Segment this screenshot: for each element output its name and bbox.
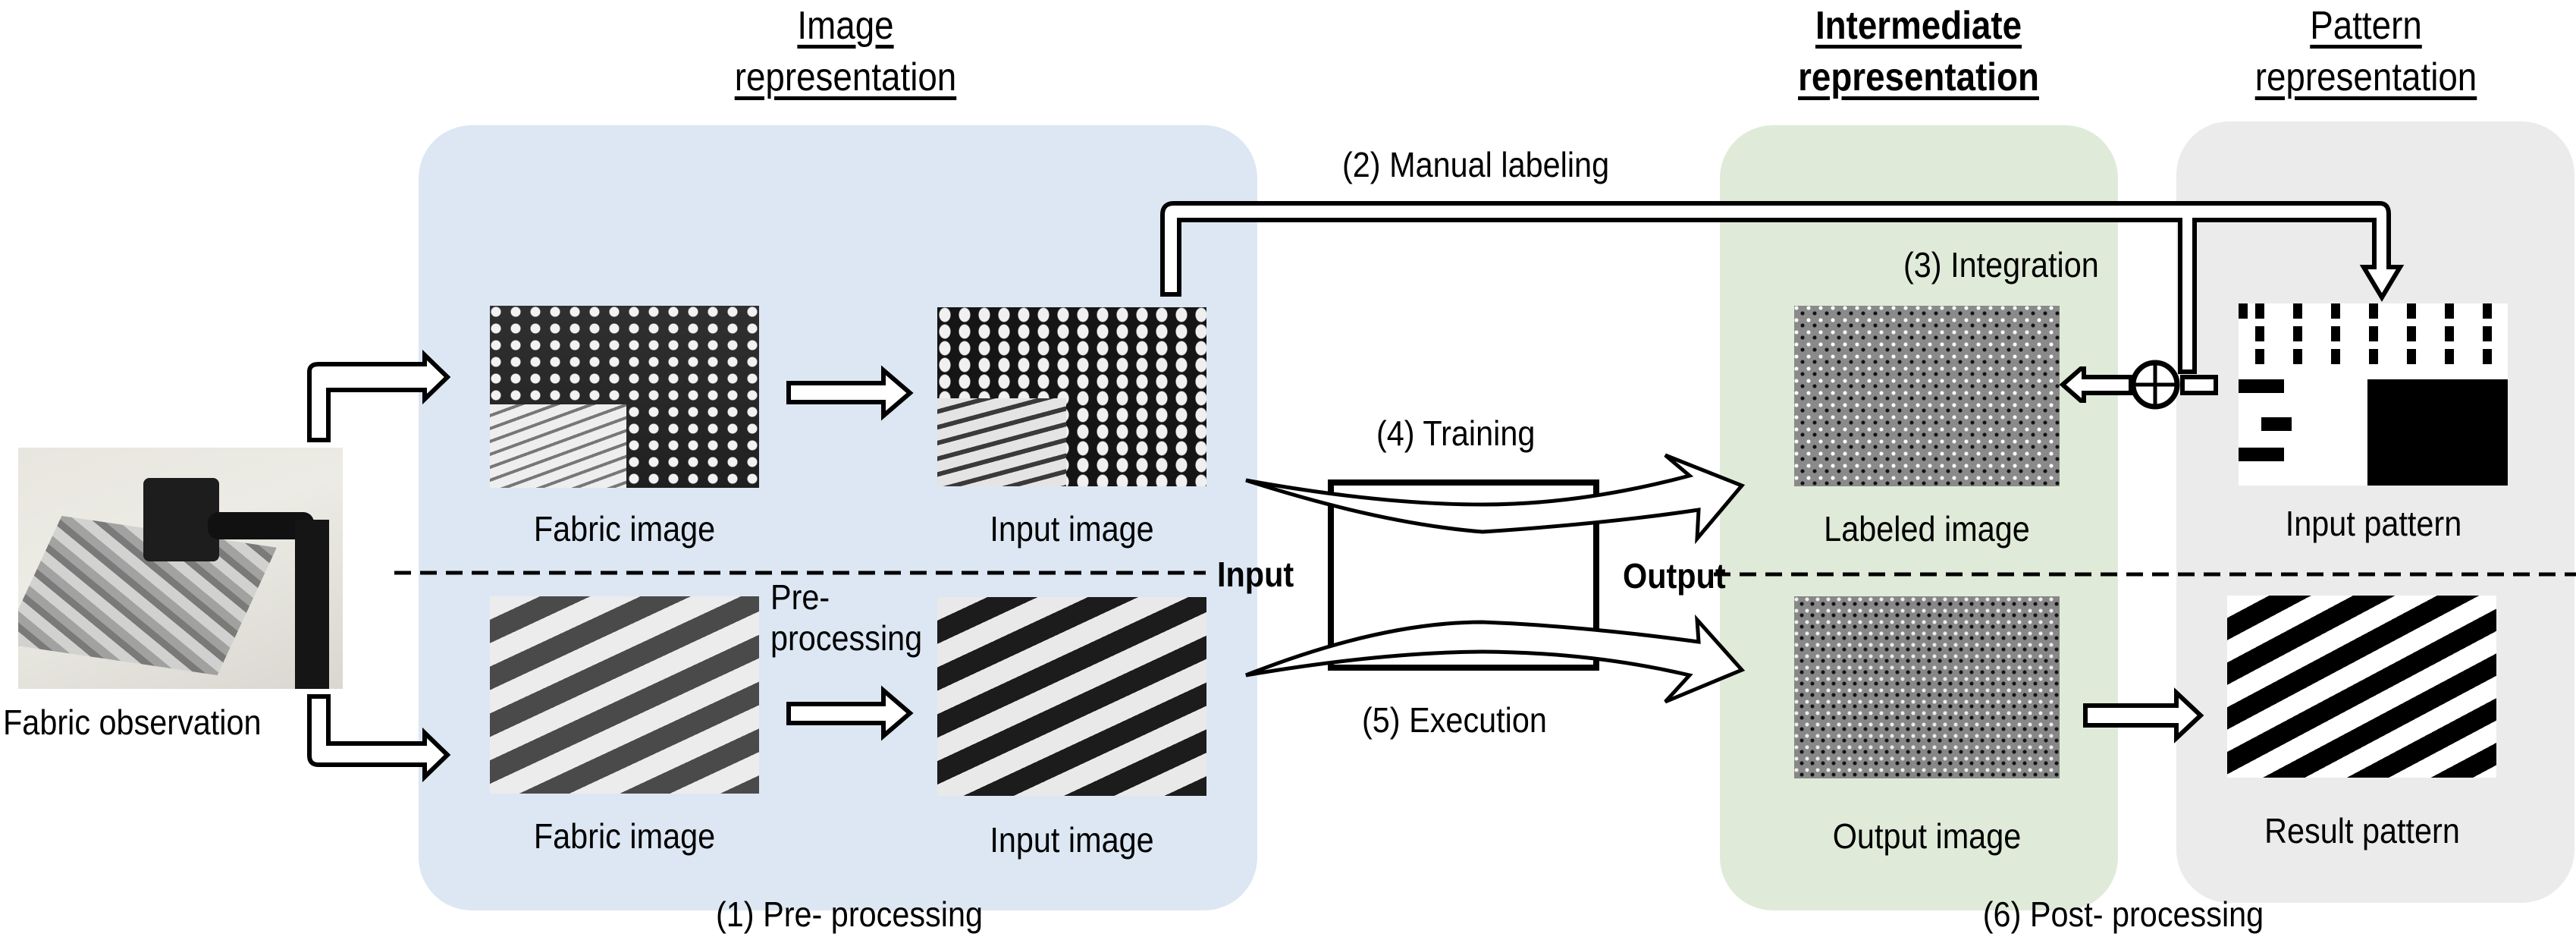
fabric-image-top bbox=[490, 306, 759, 488]
input-texture-region bbox=[937, 398, 1066, 486]
step-2-manual-labeling-label: (2) Manual labeling bbox=[1342, 145, 1610, 184]
execution-arrow bbox=[1245, 614, 1746, 704]
pattern-block bbox=[2239, 448, 2284, 461]
labeled-image bbox=[1794, 306, 2060, 486]
pattern-block bbox=[2239, 379, 2284, 393]
fabric-observation-photo bbox=[18, 448, 343, 689]
pattern-block bbox=[2261, 417, 2292, 431]
step-1-preprocessing-label: (1) Pre- processing bbox=[715, 894, 984, 934]
fabric-texture-region bbox=[490, 404, 626, 488]
fabric-observation-caption: Fabric observation bbox=[3, 703, 262, 742]
heading-image-representation: Image representation bbox=[734, 4, 957, 99]
step-5-execution-label: (5) Execution bbox=[1362, 700, 1547, 740]
pattern-top-region bbox=[2239, 303, 2508, 372]
input-pattern-caption: Input pattern bbox=[2285, 504, 2462, 543]
fabric-image-caption-bottom: Fabric image bbox=[533, 816, 716, 856]
heading-pattern-representation: Pattern representation bbox=[2254, 4, 2477, 99]
result-pattern-caption: Result pattern bbox=[2264, 811, 2460, 850]
camera-stand bbox=[295, 520, 329, 689]
result-pattern bbox=[2227, 596, 2496, 778]
output-image-caption: Output image bbox=[1832, 816, 2022, 856]
heading-intermediate-representation: Intermediate representation bbox=[1798, 4, 2039, 99]
training-arrow bbox=[1245, 453, 1746, 545]
input-image-caption-top: Input image bbox=[990, 509, 1154, 549]
output-label: Output bbox=[1623, 556, 1726, 596]
input-image-bottom bbox=[937, 597, 1206, 796]
pattern-dark-region bbox=[2367, 379, 2508, 486]
input-image-top bbox=[937, 307, 1206, 486]
step-6-postprocessing-label: (6) Post- processing bbox=[1982, 894, 2264, 934]
step-4-training-label: (4) Training bbox=[1376, 413, 1536, 453]
input-label: Input bbox=[1217, 555, 1294, 594]
neural-network-label: Neural network bbox=[1403, 533, 1524, 615]
input-pattern bbox=[2239, 303, 2508, 486]
step-3-integration-label: (3) Integration bbox=[1903, 245, 2099, 285]
output-image bbox=[1794, 596, 2060, 778]
preprocessing-label: Pre- processing bbox=[770, 577, 923, 658]
labeled-image-caption: Labeled image bbox=[1824, 509, 2030, 549]
fabric-image-bottom bbox=[490, 596, 759, 794]
plus-circle-icon bbox=[2130, 360, 2180, 410]
fabric-image-caption-top: Fabric image bbox=[533, 509, 716, 549]
input-image-caption-bottom: Input image bbox=[990, 820, 1154, 860]
